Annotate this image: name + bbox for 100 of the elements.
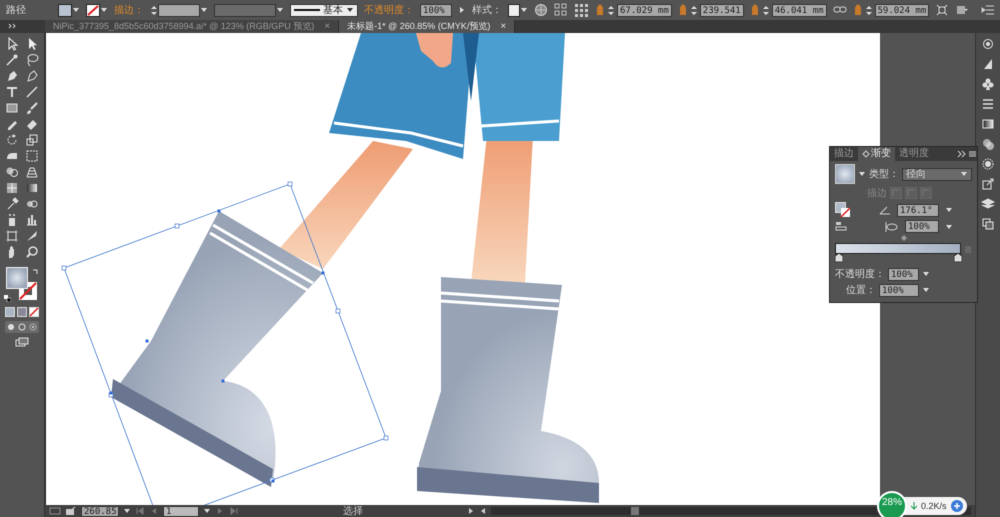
stroke-profile-dropdown[interactable]: 基本 — [290, 4, 358, 16]
style-swatch[interactable] — [508, 4, 520, 16]
artboard-tool-icon[interactable] — [5, 229, 19, 243]
plus-icon[interactable] — [950, 500, 963, 512]
gradient-mode-button[interactable] — [17, 307, 27, 317]
download-arrow-icon — [911, 502, 917, 510]
rotate-tool-icon[interactable] — [5, 133, 19, 147]
globe-icon[interactable] — [534, 3, 548, 17]
transparency-icon[interactable] — [981, 137, 995, 151]
type-label: 类型： — [869, 168, 899, 181]
collapse-arrows-icon[interactable] — [8, 22, 16, 30]
line-tool-icon[interactable] — [25, 85, 39, 99]
magic-wand-icon[interactable] — [5, 53, 19, 67]
layers-icon[interactable] — [981, 197, 995, 211]
lasso-icon[interactable] — [25, 53, 39, 67]
w-field[interactable]: 46.041 mm — [772, 4, 826, 16]
artboard-field[interactable]: 1 — [163, 506, 199, 516]
appearance-icon[interactable] — [981, 157, 995, 171]
perspective-grid-icon[interactable] — [25, 165, 39, 179]
gradient-panel-icon[interactable] — [981, 117, 995, 131]
opacity-label: 不透明度： — [835, 268, 885, 281]
style-label: 样式： — [472, 4, 502, 17]
scrollbar-thumb[interactable] — [631, 507, 639, 515]
midpoint-diamond-icon[interactable] — [900, 235, 906, 241]
panel-tab[interactable]: 渐变 — [858, 147, 895, 161]
reference-point-icon[interactable] — [574, 2, 589, 18]
expand-arrow-icon[interactable] — [458, 5, 466, 15]
fill-color-swatch[interactable] — [6, 267, 28, 289]
artboard-nav-icon[interactable] — [49, 506, 61, 516]
document-tab[interactable]: NiPic_377395_8d5b5c60d3758994.ai* @ 123% (RGB/GPU 预览) × — [45, 20, 340, 33]
y-field[interactable]: 239.541 — [700, 4, 744, 16]
align-grid-icon[interactable] — [554, 3, 568, 17]
draw-normal-icon[interactable] — [6, 322, 16, 332]
stroke-swatch[interactable] — [86, 4, 100, 16]
scroll-left-icon[interactable] — [479, 506, 487, 516]
stroke-weight-field[interactable] — [158, 4, 200, 16]
angle-icon — [879, 204, 891, 216]
x-field[interactable]: 67.029 mm — [617, 4, 672, 16]
gradient-stop-icon[interactable] — [835, 253, 843, 262]
visibility-icon[interactable] — [981, 37, 995, 51]
close-tab-button[interactable]: × — [324, 21, 330, 32]
curvature-pen-icon[interactable] — [25, 69, 39, 83]
spinner-icon[interactable] — [864, 4, 872, 16]
opacity-field[interactable]: 100% — [420, 4, 452, 16]
panel-menu-icon[interactable] — [967, 149, 977, 159]
bar-graph-icon[interactable] — [25, 213, 39, 227]
aspect-field[interactable]: 100% — [905, 220, 939, 233]
zoom-field[interactable]: 260.85 — [81, 506, 119, 516]
draw-inside-icon[interactable] — [28, 322, 38, 332]
aspect-ratio-icon — [885, 220, 899, 232]
gradient-stop-icon[interactable] — [954, 253, 962, 262]
transform-icon[interactable] — [935, 3, 950, 17]
reverse-gradient-icon[interactable] — [835, 220, 847, 232]
panel-tab[interactable]: 描边 — [830, 147, 858, 161]
fill-swatch[interactable] — [58, 4, 72, 16]
status-menu-icon[interactable] — [467, 506, 475, 516]
location-label: 位置： — [846, 284, 876, 297]
zoom-tool-icon[interactable] — [25, 245, 39, 259]
selection-bounding-box[interactable] — [62, 182, 388, 505]
stop-opacity-field[interactable]: 100% — [888, 268, 919, 280]
free-transform-icon[interactable] — [25, 149, 39, 163]
gradient-type-dropdown[interactable]: 径向 — [902, 168, 972, 180]
location-field[interactable]: 100% — [879, 284, 919, 296]
slice-tool-icon[interactable] — [25, 229, 39, 243]
artboards-icon[interactable] — [981, 217, 995, 231]
fill-stroke-swatches-icon[interactable] — [835, 202, 851, 218]
color-mode-button[interactable] — [5, 307, 15, 317]
close-tab-button[interactable]: × — [500, 21, 506, 32]
brush-tool-icon[interactable] — [25, 101, 39, 115]
default-colors-icon[interactable] — [4, 295, 11, 302]
shape-builder-icon[interactable] — [5, 165, 19, 179]
panel-menu-icon[interactable] — [981, 3, 996, 17]
eraser-tool-icon[interactable] — [25, 117, 39, 131]
type-tool-icon[interactable] — [5, 85, 19, 99]
share-icon[interactable] — [65, 506, 77, 516]
gradient-ramp[interactable] — [835, 243, 961, 254]
rectangle-tool-icon[interactable] — [5, 101, 19, 115]
club-icon[interactable] — [981, 77, 995, 91]
pen-tool-icon[interactable] — [5, 69, 19, 83]
expand-toggle-icon — [862, 150, 870, 158]
panel-tab[interactable]: 透明度 — [895, 147, 933, 161]
spinner-icon[interactable] — [607, 4, 615, 16]
export-icon[interactable] — [981, 177, 995, 191]
isolate-icon[interactable] — [955, 3, 970, 17]
stroke-lines-icon[interactable] — [981, 97, 995, 111]
gradient-swatch[interactable] — [835, 164, 855, 184]
none-mode-button[interactable] — [29, 307, 39, 317]
document-tab[interactable]: 未标题-1* @ 260.85% (CMYK/预览) × — [339, 20, 516, 33]
swap-icon[interactable] — [32, 268, 39, 275]
eyedropper-icon[interactable] — [5, 197, 19, 211]
current-tool-label: 选择 — [342, 504, 364, 517]
gradient-tool-icon[interactable] — [25, 181, 39, 195]
scale-tool-icon[interactable] — [25, 133, 39, 147]
collapse-panel-icon[interactable] — [957, 149, 967, 159]
brushes-icon[interactable] — [981, 57, 995, 71]
draw-behind-icon[interactable] — [17, 322, 27, 332]
angle-field[interactable]: 176.1° — [897, 204, 939, 216]
object-type-label: 路径 — [6, 4, 26, 17]
h-field[interactable]: 59.024 mm — [874, 4, 930, 16]
mesh-tool-icon[interactable] — [5, 181, 19, 195]
